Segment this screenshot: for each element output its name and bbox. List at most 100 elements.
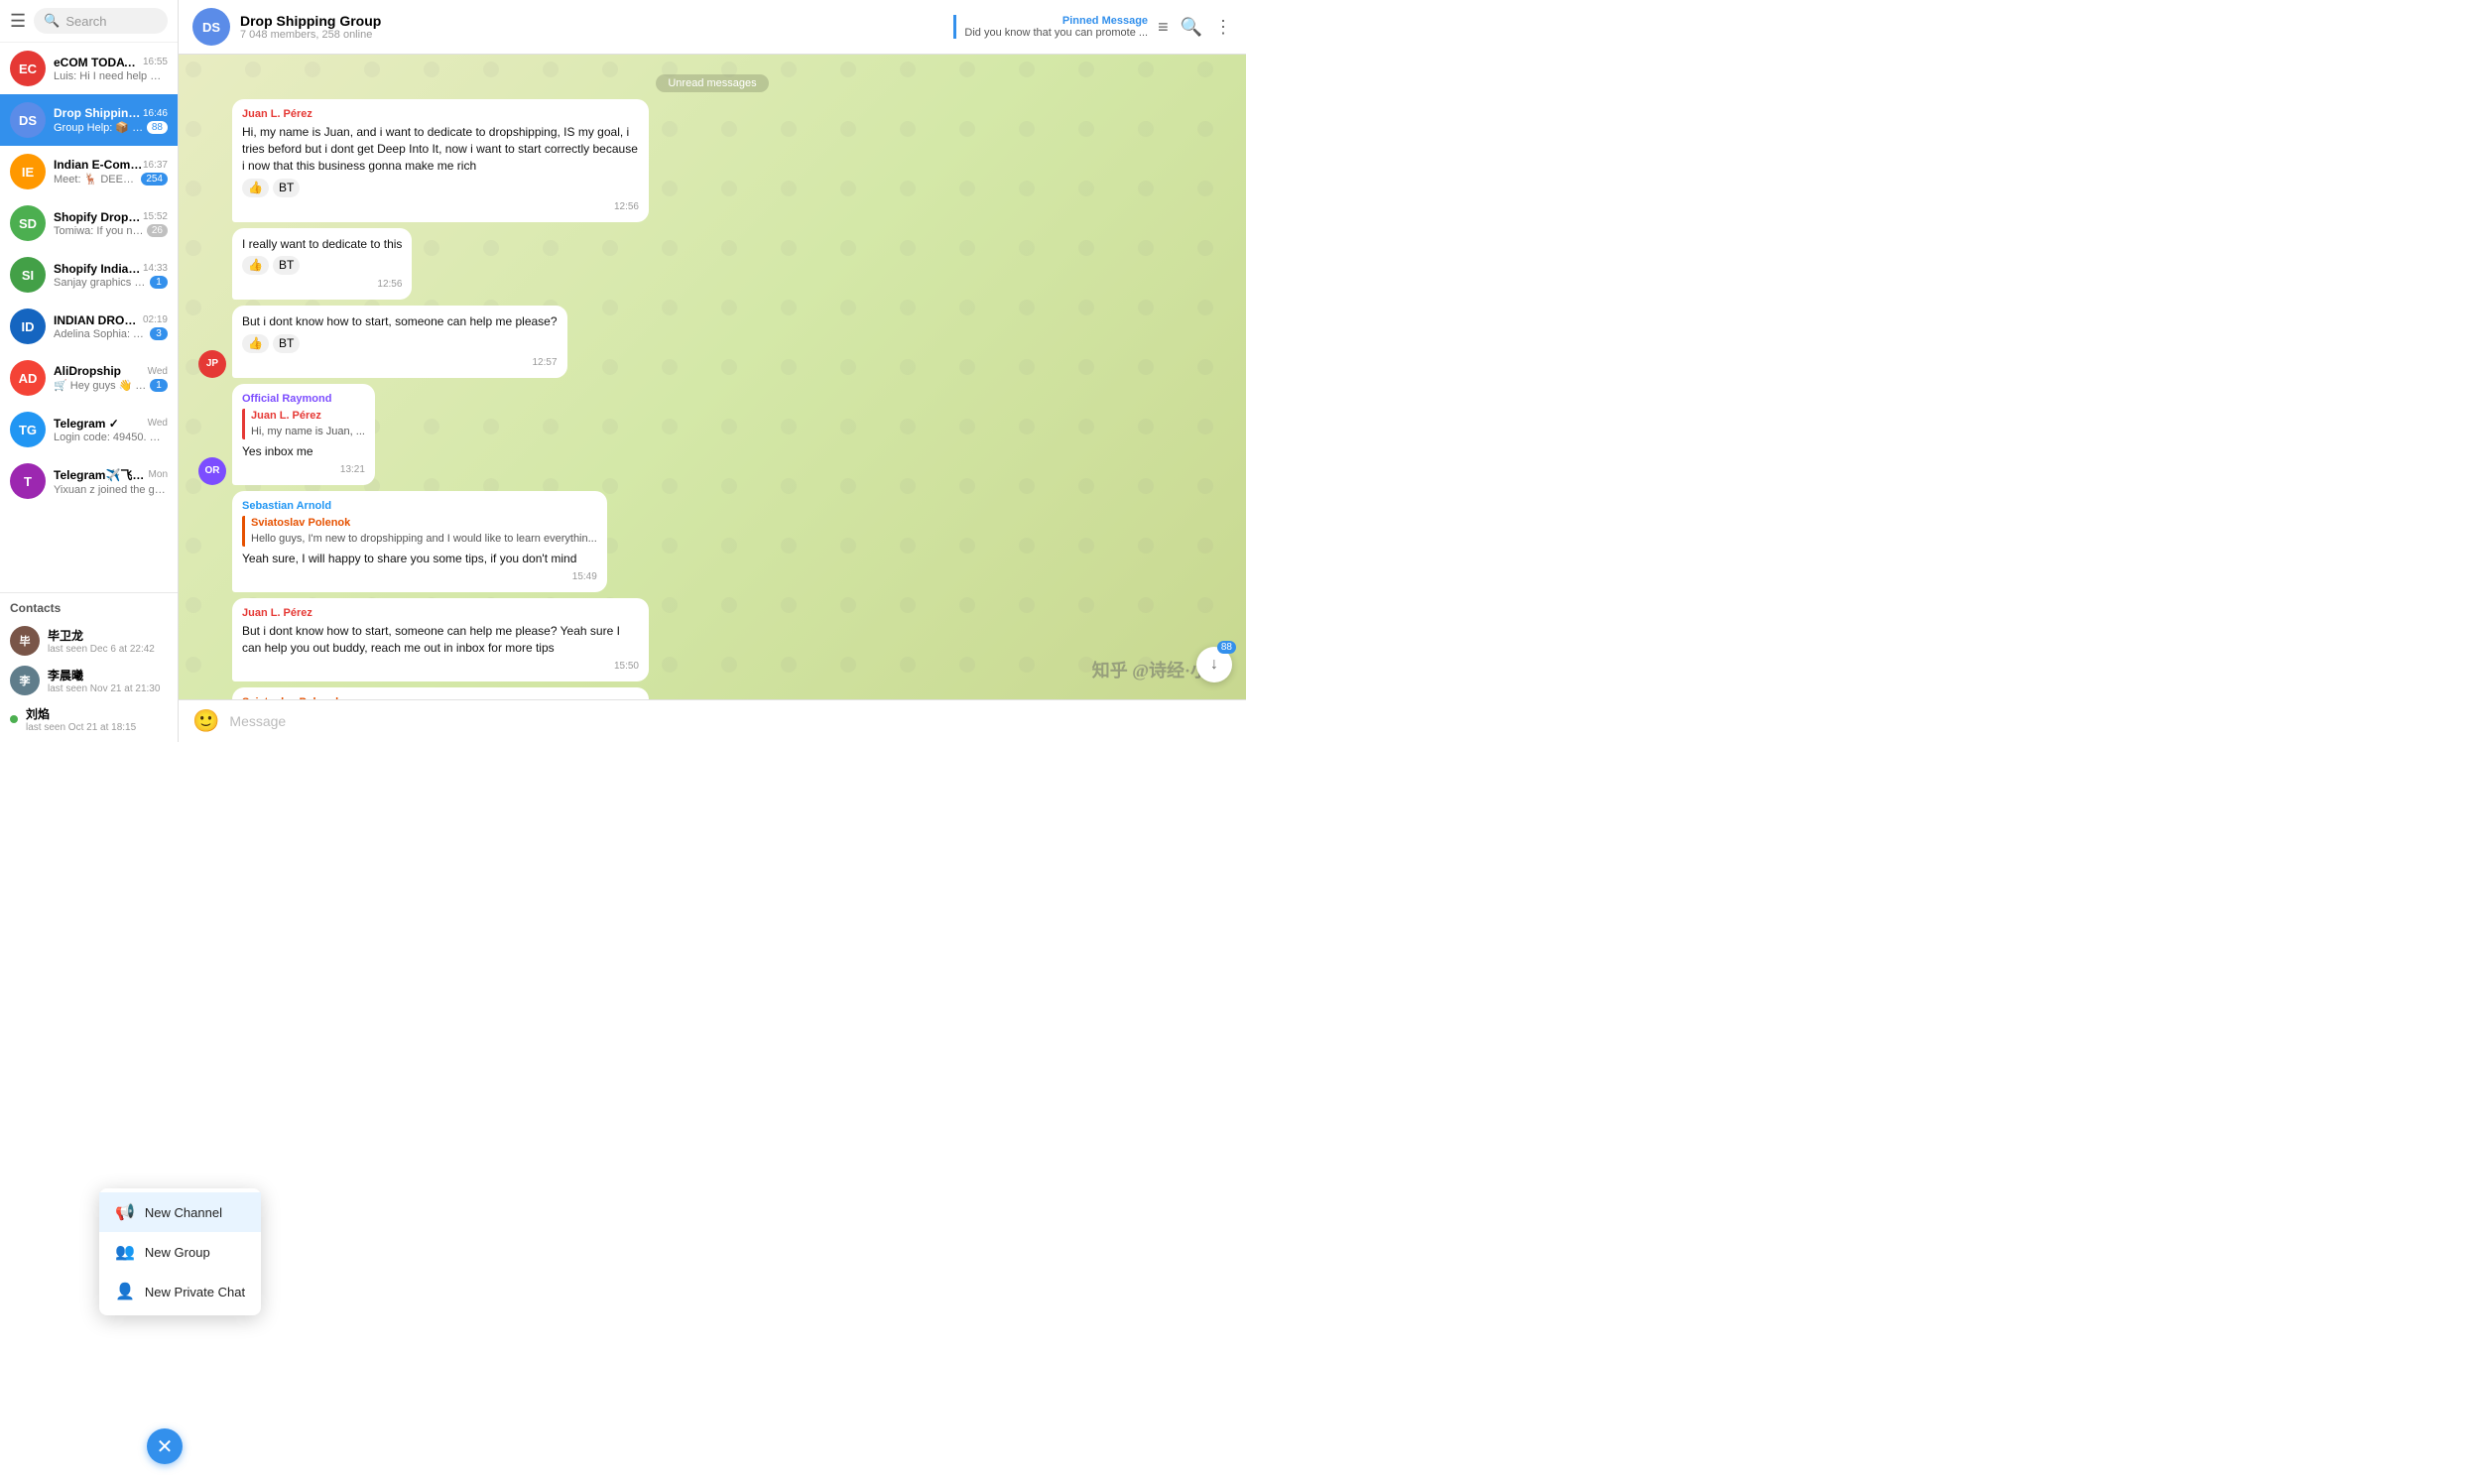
message-reply: Sviatoslav PolenokHello guys, I'm new to… [242,516,597,547]
contacts-list: 毕毕卫龙last seen Dec 6 at 22:42李李晨曦last see… [10,621,168,738]
reaction[interactable]: 👍 [242,256,269,275]
message-time: 15:49 [242,570,597,584]
chat-name: eCOM TODAY Ecommerce | ENG C... [54,56,143,69]
context-menu-item-new-private-chat[interactable]: 👤New Private Chat [99,1272,261,1311]
chat-item-alidropship[interactable]: AD AliDropshipWed🛒 Hey guys 👋 You can boo… [0,352,178,404]
chat-badge: 1 [150,276,168,289]
chat-avatar: TG [10,412,46,447]
reaction[interactable]: BT [273,334,300,353]
chat-time: 02:19 [143,314,168,325]
unread-divider: Unread messages [198,74,1226,89]
message-time: 13:21 [242,463,365,477]
chat-info: Shopify Dropshipping Knowledge ...15:52 T… [54,210,168,237]
add-button[interactable]: ✕ [147,1428,183,1464]
message-avatar: OR [198,457,226,485]
menu-item-label: New Private Chat [145,1285,245,1299]
reaction[interactable]: BT [273,256,300,275]
chat-header-name: Drop Shipping Group [240,13,587,29]
context-menu-item-new-group[interactable]: 👥New Group [99,1232,261,1272]
message-text: Yes inbox me [242,443,365,460]
message-input[interactable] [229,713,1232,729]
chat-time: 15:52 [143,211,168,222]
chat-badge: 254 [141,173,168,186]
search-chat-icon[interactable]: 🔍 [1181,17,1202,38]
contact-status: last seen Dec 6 at 22:42 [48,644,168,655]
chat-header-avatar: DS [192,8,230,46]
chat-avatar: SD [10,205,46,241]
chat-preview: Tomiwa: If you need any recommenda... [54,225,147,237]
chat-item-shopify-india[interactable]: SIShopify India 🔊14:33Sanjay graphics de… [0,249,178,301]
scroll-badge: 88 [1217,641,1236,654]
reaction[interactable]: 👍 [242,334,269,353]
messages-container: Juan L. PérezHi, my name is Juan, and i … [198,99,1226,699]
pinned-text: Did you know that you can promote ... [964,27,1148,39]
main-chat: DS Drop Shipping Group 7 048 members, 25… [179,0,1246,742]
chat-name: Drop Shipping Group 🔊 [54,106,143,120]
message-row: Juan L. PérezBut i dont know how to star… [198,598,1226,681]
list-icon[interactable]: ≡ [1158,17,1169,38]
context-menu-item-new-channel[interactable]: 📢New Channel [99,1192,261,1232]
chat-time: 16:37 [143,160,168,171]
chat-avatar: AD [10,360,46,396]
message-bubble: But i dont know how to start, someone ca… [232,306,567,378]
emoji-button[interactable]: 🙂 [192,708,219,734]
search-icon: 🔍 [44,13,60,29]
message-avatar: JP [198,350,226,378]
chevron-down-icon: ↓ [1210,656,1218,674]
scroll-to-bottom-button[interactable]: 88 ↓ [1196,647,1232,682]
pinned-message[interactable]: Pinned Message Did you know that you can… [953,15,1148,39]
contact-item[interactable]: 毕毕卫龙last seen Dec 6 at 22:42 [10,621,168,661]
message-row: Sebastian Arnold Sviatoslav PolenokHello … [198,491,1226,592]
message-reactions: 👍BT [242,334,558,353]
menu-icon[interactable]: ☰ [10,11,26,32]
chat-info: Drop Shipping Group 🔊16:46Group Help: 📦 … [54,106,168,134]
contact-status: last seen Oct 21 at 18:15 [26,722,168,733]
chat-time: Wed [148,418,168,429]
chat-header: DS Drop Shipping Group 7 048 members, 25… [179,0,1246,55]
contacts-label: Contacts [10,601,168,615]
search-placeholder: Search [65,14,106,29]
chat-info: AliDropshipWed🛒 Hey guys 👋 You can book … [54,364,168,392]
reaction[interactable]: BT [273,179,300,197]
message-sender: Official Raymond [242,392,365,407]
message-time: 15:50 [242,660,639,674]
message-sender: Sebastian Arnold [242,499,597,514]
message-sender: Sviatoslav Polenok [242,695,639,699]
context-menu: 📢New Channel👥New Group👤New Private Chat [99,1188,261,1315]
chat-info: Telegram ✓ Wed Login code: 49450. Do not g… [54,417,168,443]
chat-preview: Login code: 49450. Do not give this code… [54,432,168,443]
chat-name: Telegram ✓ [54,417,119,431]
chat-header-info: Drop Shipping Group 7 048 members, 258 o… [240,13,587,41]
message-bubble: Sviatoslav PolenokHello guys, I'm new to… [232,687,649,699]
menu-item-icon: 📢 [115,1202,135,1222]
contacts-section: Contacts 毕毕卫龙last seen Dec 6 at 22:42李李晨… [0,592,178,742]
more-icon[interactable]: ⋮ [1214,17,1232,38]
chat-item-shopify-drop[interactable]: SD Shopify Dropshipping Knowledge ...15:5… [0,197,178,249]
chat-name: Shopify Dropshipping Knowledge ... [54,210,143,224]
chat-item-drop-shipping[interactable]: DSDrop Shipping Group 🔊16:46Group Help: … [0,94,178,146]
chat-preview: Luis: Hi I need help with one store onli… [54,70,168,82]
chat-item-indian-ecommerce[interactable]: IEIndian E-Commerce Wholsaler B2...16:37… [0,146,178,197]
chat-item-telegram-fly[interactable]: TTelegram✈️飞机群发/群组拉人/群...MonYixuan z joi… [0,455,178,507]
chat-item-telegram[interactable]: TG Telegram ✓ Wed Login code: 49450. Do not… [0,404,178,455]
message-sender: Juan L. Pérez [242,606,639,621]
chat-badge: 1 [150,379,168,392]
chat-item-indian-drop[interactable]: IDINDIAN DROPSHIPPING🦁🐗 🔊02:19Adelina So… [0,301,178,352]
chat-name: Telegram✈️飞机群发/群组拉人/群... [54,466,149,483]
chat-badge: 3 [150,327,168,340]
contact-item[interactable]: 李李晨曦last seen Nov 21 at 21:30 [10,661,168,700]
message-bubble: Juan L. PérezHi, my name is Juan, and i … [232,99,649,222]
message-time: 12:56 [242,200,639,214]
chat-time: 16:46 [143,108,168,119]
chat-messages[interactable]: Unread messages Juan L. PérezHi, my name… [179,55,1246,699]
message-row: Juan L. PérezHi, my name is Juan, and i … [198,99,1226,222]
reaction[interactable]: 👍 [242,179,269,197]
chat-time: 16:55 [143,57,168,67]
message-reply: Juan L. PérezHi, my name is Juan, ... [242,409,365,439]
message-reactions: 👍BT [242,256,402,275]
contact-item[interactable]: 刘焰last seen Oct 21 at 18:15 [10,700,168,738]
chat-item-ecom-today[interactable]: ECeCOM TODAY Ecommerce | ENG C...16:55Lu… [0,43,178,94]
search-box[interactable]: 🔍 Search [34,8,168,34]
message-text: But i dont know how to start, someone ca… [242,313,558,330]
message-bubble: Official Raymond Juan L. PérezHi, my name… [232,384,375,485]
